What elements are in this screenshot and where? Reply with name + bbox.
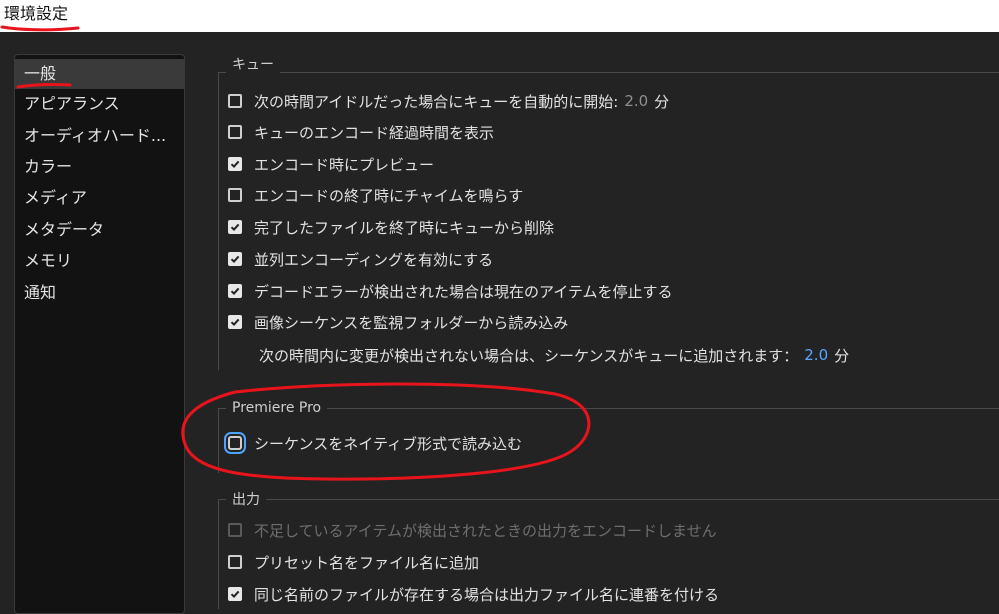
option-label: シーケンスをネイティブ形式で読み込む xyxy=(254,434,523,453)
window-title: 環境設定 xyxy=(4,4,69,23)
sidebar: 一般 アピアランス オーディオハード... カラー メディア メタデータ メモリ… xyxy=(14,54,185,614)
checkbox xyxy=(228,523,242,537)
checkbox[interactable] xyxy=(228,284,242,298)
sidebar-item-label: カラー xyxy=(24,157,73,176)
option-label: キューのエンコード経過時間を表示 xyxy=(254,123,495,142)
sidebar-item-label: メディア xyxy=(24,188,87,207)
option-import-image-sequences[interactable]: 画像シーケンスを監視フォルダーから読み込み xyxy=(228,310,568,334)
sidebar-item-media[interactable]: メディア xyxy=(15,183,184,213)
sidebar-item-label: メタデータ xyxy=(24,220,105,239)
option-auto-start-queue[interactable]: 次の時間アイドルだった場合にキューを自動的に開始: 2.0 分 xyxy=(228,89,669,113)
option-skip-missing-items: 不足しているアイテムが検出されたときの出力をエンコードしません xyxy=(228,518,717,542)
checkbox[interactable] xyxy=(224,432,246,454)
sidebar-item-metadata[interactable]: メタデータ xyxy=(15,215,184,245)
option-import-native-sequences[interactable]: シーケンスをネイティブ形式で読み込む xyxy=(224,431,523,455)
option-parallel-encoding[interactable]: 並列エンコーディングを有効にする xyxy=(228,247,493,271)
option-label: エンコードの終了時にチャイムを鳴らす xyxy=(254,186,524,205)
sequence-wait-unit: 分 xyxy=(834,346,850,365)
group-header-output: 出力 xyxy=(226,489,266,509)
checkbox[interactable] xyxy=(228,315,242,329)
option-label: 並列エンコーディングを有効にする xyxy=(254,250,494,269)
checkbox[interactable] xyxy=(228,587,242,601)
note-label: 次の時間内に変更が検出されない場合は、シーケンスがキューに追加されます： xyxy=(259,346,799,365)
sidebar-item-color[interactable]: カラー xyxy=(15,152,184,182)
checkbox[interactable] xyxy=(228,188,242,202)
group-header-premiere: Premiere Pro xyxy=(226,398,328,418)
annotation-underline-sidebar xyxy=(16,83,72,89)
option-stop-on-decode-error[interactable]: デコードエラーが検出された場合は現在のアイテムを停止する xyxy=(228,279,673,303)
option-label: 次の時間アイドルだった場合にキューを自動的に開始: xyxy=(254,92,619,111)
sidebar-item-appearance[interactable]: アピアランス xyxy=(15,89,184,119)
group-divider xyxy=(218,72,999,73)
option-label: 完了したファイルを終了時にキューから削除 xyxy=(254,218,555,237)
option-label: デコードエラーが検出された場合は現在のアイテムを停止する xyxy=(254,282,673,301)
option-label: エンコード時にプレビュー xyxy=(254,155,435,174)
checkbox[interactable] xyxy=(228,94,242,108)
idle-time-unit: 分 xyxy=(654,92,670,111)
group-title: 出力 xyxy=(226,489,266,509)
option-chime-on-complete[interactable]: エンコードの終了時にチャイムを鳴らす xyxy=(228,183,523,207)
checkbox[interactable] xyxy=(228,220,242,234)
option-label: プリセット名をファイル名に追加 xyxy=(254,553,480,572)
title-bar: 環境設定 xyxy=(0,0,999,32)
sidebar-item-label: 一般 xyxy=(24,64,57,83)
option-show-elapsed-time[interactable]: キューのエンコード経過時間を表示 xyxy=(228,120,494,144)
sequence-wait-note: 次の時間内に変更が検出されない場合は、シーケンスがキューに追加されます： 2.0… xyxy=(259,343,849,367)
sidebar-item-label: アピアランス xyxy=(24,94,120,113)
group-divider xyxy=(218,499,999,500)
option-remove-completed[interactable]: 完了したファイルを終了時にキューから削除 xyxy=(228,215,554,239)
sidebar-item-audio-hardware[interactable]: オーディオハード... xyxy=(15,121,184,151)
checkbox[interactable] xyxy=(228,157,242,171)
sidebar-item-memory[interactable]: メモリ xyxy=(15,246,184,276)
option-preview-while-encoding[interactable]: エンコード時にプレビュー xyxy=(228,152,434,176)
group-border xyxy=(218,72,219,370)
checkbox[interactable] xyxy=(228,125,242,139)
option-increment-filename[interactable]: 同じ名前のファイルが存在する場合は出力ファイル名に連番を付ける xyxy=(228,582,719,606)
option-label: 同じ名前のファイルが存在する場合は出力ファイル名に連番を付ける xyxy=(254,585,720,604)
group-title: キュー xyxy=(226,54,280,74)
option-append-preset-name[interactable]: プリセット名をファイル名に追加 xyxy=(228,550,479,574)
group-border xyxy=(218,499,219,609)
sequence-wait-value[interactable]: 2.0 xyxy=(804,346,828,364)
idle-time-value[interactable]: 2.0 xyxy=(624,92,648,110)
main-panel: キュー 次の時間アイドルだった場合にキューを自動的に開始: 2.0 分 キューの… xyxy=(190,32,999,609)
group-divider xyxy=(218,408,999,409)
sidebar-item-label: 通知 xyxy=(24,283,57,302)
annotation-underline-title xyxy=(0,25,80,32)
option-label: 不足しているアイテムが検出されたときの出力をエンコードしません xyxy=(254,521,717,540)
group-header-queue: キュー xyxy=(226,54,280,74)
group-title: Premiere Pro xyxy=(226,400,328,416)
checkbox[interactable] xyxy=(228,555,242,569)
sidebar-item-label: メモリ xyxy=(24,251,73,270)
sidebar-item-notifications[interactable]: 通知 xyxy=(15,278,184,308)
checkbox[interactable] xyxy=(228,252,242,266)
option-label: 画像シーケンスを監視フォルダーから読み込み xyxy=(254,313,569,332)
sidebar-item-label: オーディオハード... xyxy=(24,126,167,145)
group-border xyxy=(218,408,219,473)
